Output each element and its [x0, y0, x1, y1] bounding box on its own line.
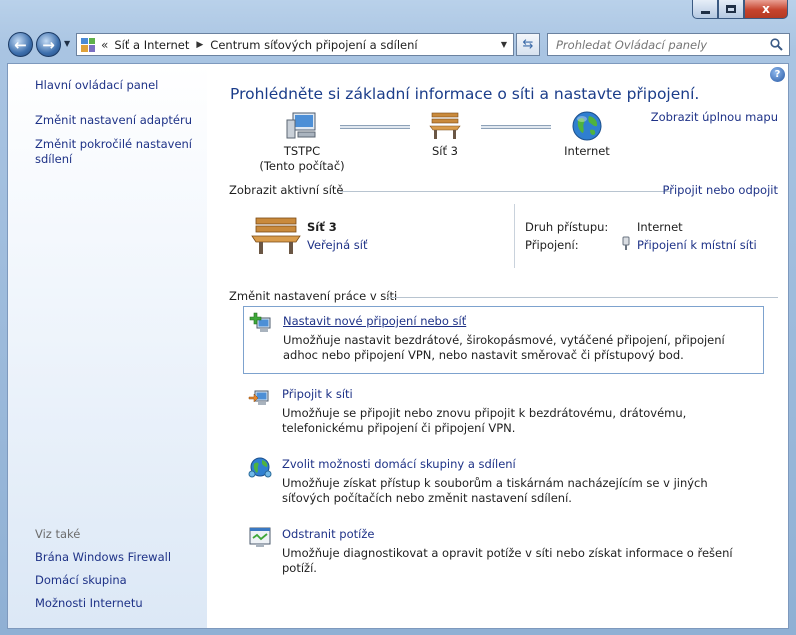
connect-network-icon — [248, 390, 269, 405]
access-type-label: Druh přístupu: — [525, 220, 609, 234]
map-link-network-internet — [481, 125, 551, 129]
map-computer-node[interactable]: TSTPC (Tento počítač) — [247, 110, 357, 174]
close-button[interactable]: x — [744, 0, 788, 19]
sidebar-item-homegroup[interactable]: Domácí skupina — [35, 573, 127, 588]
task-connect-network[interactable]: Připojit k síti Umožňuje se připojit neb… — [243, 380, 764, 440]
address-dropdown-icon[interactable]: ▼ — [501, 40, 507, 49]
change-settings-heading: Změnit nastavení práce v síti — [229, 289, 398, 303]
minimize-button[interactable] — [692, 0, 718, 19]
breadcrumb-separator-icon[interactable]: ▶ — [196, 40, 203, 50]
computer-subtitle: (Tento počítač) — [259, 159, 345, 173]
minimize-icon — [700, 10, 710, 14]
computer-name: TSTPC — [283, 144, 321, 158]
task-setup-connection-desc: Umožňuje nastavit bezdrátové, širokopásm… — [283, 333, 725, 362]
help-button[interactable]: ? — [770, 67, 785, 82]
help-icon: ? — [774, 69, 781, 80]
new-connection-icon — [249, 312, 271, 332]
active-networks-divider — [340, 191, 670, 192]
task-homegroup-sharing[interactable]: Zvolit možnosti domácí skupiny a sdílení… — [243, 450, 764, 510]
main-panel: ? Prohlédněte si základní informace o sí… — [207, 64, 788, 628]
bench-large-icon — [251, 217, 301, 254]
connections-label: Připojení: — [525, 238, 579, 252]
active-networks-vertical-divider — [514, 204, 515, 268]
sidebar: Hlavní ovládací panel Změnit nastavení a… — [8, 64, 207, 628]
change-settings-divider — [387, 297, 778, 298]
recent-pages-dropdown[interactable]: ▼ — [64, 39, 70, 48]
page-title: Prohlédněte si základní informace o síti… — [230, 85, 700, 103]
task-homegroup-sharing-desc: Umožňuje získat přístup k souborům a tis… — [282, 476, 708, 505]
globe-icon — [572, 111, 602, 141]
search-icon[interactable] — [770, 38, 783, 51]
task-troubleshoot-desc: Umožňuje diagnostikovat a opravit potíže… — [282, 546, 733, 575]
homegroup-icon — [248, 457, 272, 478]
sidebar-item-advanced-sharing[interactable]: Změnit pokročilé nastavení sdílení — [35, 137, 195, 167]
refresh-icon: ⇆ — [522, 37, 534, 52]
task-troubleshoot-title[interactable]: Odstranit potíže — [282, 527, 374, 541]
window-controls: x — [692, 0, 788, 19]
task-connect-network-desc: Umožňuje se připojit nebo znovu připojit… — [282, 406, 687, 435]
content-area: Hlavní ovládací panel Změnit nastavení a… — [7, 63, 789, 629]
breadcrumb-overflow-icon[interactable]: « — [101, 38, 108, 52]
full-map-link[interactable]: Zobrazit úplnou mapu — [651, 110, 778, 124]
task-troubleshoot[interactable]: Odstranit potíže Umožňuje diagnostikovat… — [243, 520, 764, 575]
control-panel-icon — [81, 37, 95, 52]
sidebar-item-internet-options[interactable]: Možnosti Internetu — [35, 596, 143, 611]
bench-icon — [429, 112, 461, 139]
search-input[interactable] — [556, 37, 766, 52]
forward-button[interactable]: → — [36, 32, 61, 57]
internet-label: Internet — [564, 144, 610, 158]
map-network-node[interactable]: Síť 3 — [410, 110, 480, 159]
computer-icon — [286, 112, 316, 139]
local-connection-link[interactable]: Připojení k místní síti — [637, 238, 757, 252]
active-network-name: Síť 3 — [307, 220, 337, 234]
close-icon: x — [762, 2, 770, 16]
address-bar[interactable]: « Síť a Internet ▶ Centrum síťových přip… — [76, 33, 514, 56]
task-setup-connection-title[interactable]: Nastavit nové připojení nebo síť — [283, 314, 466, 328]
sidebar-item-control-panel-home[interactable]: Hlavní ovládací panel — [35, 78, 158, 93]
maximize-icon — [726, 5, 736, 13]
window-frame: x ← → ▼ « Síť a Internet ▶ Centrum síťov… — [0, 0, 796, 635]
refresh-button[interactable]: ⇆ — [516, 33, 540, 56]
navigation-bar: ← → ▼ « Síť a Internet ▶ Centrum síťovýc… — [6, 30, 790, 58]
ethernet-plug-icon — [622, 236, 630, 250]
task-homegroup-sharing-title[interactable]: Zvolit možnosti domácí skupiny a sdílení — [282, 457, 516, 471]
troubleshoot-icon — [249, 527, 271, 547]
access-type-value: Internet — [637, 220, 683, 234]
arrow-right-icon: → — [42, 35, 55, 54]
task-setup-connection[interactable]: Nastavit nové připojení nebo síť Umožňuj… — [243, 306, 764, 374]
sidebar-item-windows-firewall[interactable]: Brána Windows Firewall — [35, 550, 171, 565]
map-internet-node[interactable]: Internet — [552, 110, 622, 159]
search-box[interactable] — [547, 33, 790, 56]
breadcrumb-current[interactable]: Centrum síťových připojení a sdílení — [210, 38, 417, 52]
sidebar-item-adapter-settings[interactable]: Změnit nastavení adaptéru — [35, 113, 192, 128]
arrow-left-icon: ← — [14, 35, 27, 54]
back-button[interactable]: ← — [8, 32, 33, 57]
breadcrumb-root[interactable]: Síť a Internet — [114, 38, 189, 52]
connect-disconnect-link[interactable]: Připojit nebo odpojit — [663, 183, 778, 197]
network-name: Síť 3 — [432, 144, 458, 158]
active-networks-heading: Zobrazit aktivní sítě — [229, 183, 344, 197]
network-type-link[interactable]: Veřejná síť — [307, 238, 367, 252]
task-connect-network-title[interactable]: Připojit k síti — [282, 387, 353, 401]
map-link-computer-network — [340, 125, 410, 129]
see-also-heading: Viz také — [35, 527, 81, 541]
maximize-button[interactable] — [718, 0, 744, 19]
